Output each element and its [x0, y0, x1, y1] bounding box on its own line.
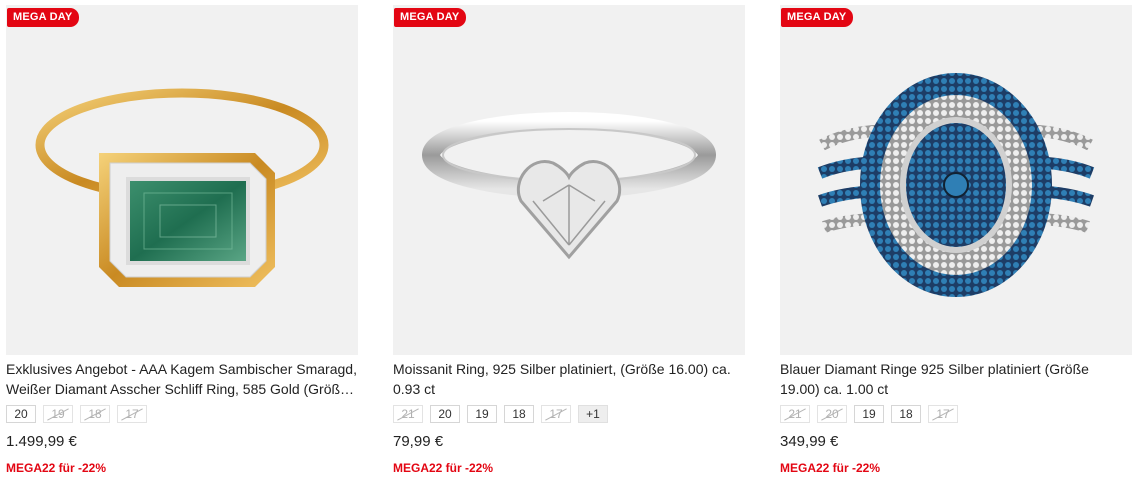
- size-option[interactable]: 18: [891, 405, 921, 423]
- size-option[interactable]: 20: [6, 405, 36, 423]
- size-option-unavailable[interactable]: 18: [80, 405, 110, 423]
- mega-day-badge: MEGA DAY: [7, 8, 80, 27]
- product-price: 349,99 €: [780, 433, 839, 450]
- product-title[interactable]: Moissanit Ring, 925 Silber platiniert, (…: [393, 359, 745, 399]
- product-image-link[interactable]: MEGA DAY: [780, 5, 1132, 355]
- size-options: 20 19 18 17: [6, 405, 358, 423]
- size-options: 21 20 19 18 17 +1: [393, 405, 745, 423]
- size-option-unavailable[interactable]: 17: [928, 405, 958, 423]
- size-option[interactable]: 19: [854, 405, 884, 423]
- size-option[interactable]: 18: [504, 405, 534, 423]
- size-options: 21 20 19 18 17: [780, 405, 1132, 423]
- size-option-unavailable[interactable]: 17: [541, 405, 571, 423]
- product-title[interactable]: Blauer Diamant Ringe 925 Silber platinie…: [780, 359, 1132, 399]
- product-price: 79,99 €: [393, 433, 444, 450]
- size-option[interactable]: 19: [467, 405, 497, 423]
- promo-code: MEGA22 für -22%: [393, 461, 494, 475]
- size-option-unavailable[interactable]: 21: [780, 405, 810, 423]
- promo-code: MEGA22 für -22%: [780, 461, 881, 475]
- product-price: 1.499,99 €: [6, 433, 77, 450]
- product-grid: MEGA DAY Exklusives Angebot - AAA Kagem …: [0, 0, 1135, 482]
- size-option-unavailable[interactable]: 19: [43, 405, 73, 423]
- product-image-link[interactable]: MEGA DAY: [6, 5, 358, 355]
- product-card[interactable]: MEGA DAY Blauer Diamant Ringe 925 Silber…: [780, 5, 1132, 475]
- mega-day-badge: MEGA DAY: [394, 8, 467, 27]
- heart-moissanite-silver-ring-image: [422, 112, 716, 260]
- product-image-link[interactable]: MEGA DAY: [393, 5, 745, 355]
- emerald-gold-ring-image: [35, 88, 329, 287]
- more-sizes-button[interactable]: +1: [578, 405, 608, 423]
- product-title[interactable]: Exklusives Angebot - AAA Kagem Sambische…: [6, 359, 358, 399]
- size-option-unavailable[interactable]: 21: [393, 405, 423, 423]
- size-option-unavailable[interactable]: 20: [817, 405, 847, 423]
- size-option-unavailable[interactable]: 17: [117, 405, 147, 423]
- product-card[interactable]: MEGA DAY Moissanit Ring, 925 Silber plat…: [393, 5, 745, 475]
- promo-code: MEGA22 für -22%: [6, 461, 107, 475]
- product-card[interactable]: MEGA DAY Exklusives Angebot - AAA Kagem …: [6, 5, 358, 475]
- size-option[interactable]: 20: [430, 405, 460, 423]
- mega-day-badge: MEGA DAY: [781, 8, 854, 27]
- blue-diamond-cluster-ring-image: [817, 73, 1095, 297]
